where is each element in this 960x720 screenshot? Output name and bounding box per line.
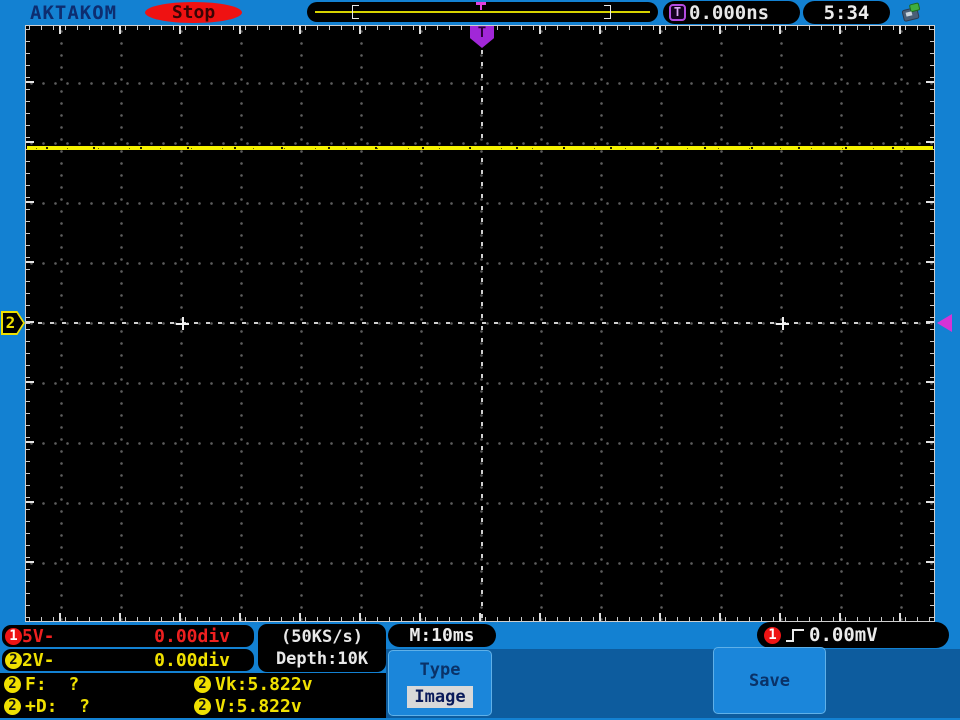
timebase-value: M:10ms (409, 625, 475, 646)
bottom-minor-ticks (26, 617, 934, 621)
trigger-source-badge: 1 (764, 626, 781, 644)
memory-depth: Depth:10K (275, 649, 369, 669)
left-minor-ticks (26, 26, 30, 621)
rising-edge-icon (786, 629, 804, 642)
ch1-info-row: 1 5V- 0.00div (2, 625, 254, 647)
meas-ch-badge: 2 (194, 675, 211, 693)
top-status-bar: AKTAKOM Stop T 0.000ns 5:34 (0, 0, 960, 25)
measurement-duty-text: +D: ? (25, 695, 91, 717)
sample-rate: (50KS/s) (281, 627, 363, 647)
measurement-vk: 2 Vk:5.822v (190, 674, 386, 695)
ch1-scale: 5V- (22, 625, 55, 647)
trigger-level-readout: 1 0.00mV (757, 622, 949, 648)
measurement-frequency: 2 F: ? (0, 674, 190, 695)
trigger-offset-readout: T 0.000ns (663, 1, 800, 24)
hpos-window-right-bracket (604, 5, 611, 19)
measurement-v-text: V:5.822v (215, 695, 302, 717)
meas-ch-badge: 2 (4, 675, 21, 693)
ch2-position: 0.00div (154, 649, 230, 671)
ch2-scale: 2V- (22, 649, 55, 671)
hpos-window-left-bracket (352, 5, 359, 19)
right-minor-ticks (930, 26, 934, 621)
ch2-level-marker-label: 2 (3, 313, 23, 333)
hpos-waveform-line (315, 11, 650, 13)
hpos-trigger-marker-icon (476, 2, 486, 10)
trigger-offset-value: 0.000ns (689, 1, 770, 24)
trigger-level-value: 0.00mV (809, 624, 878, 646)
menu-type-value: Image (407, 686, 473, 708)
usb-disk-icon (901, 2, 921, 22)
measurement-frequency-text: F: ? (25, 673, 80, 695)
brand-logo: AKTAKOM (30, 2, 118, 24)
trigger-level-arrow-icon[interactable] (937, 314, 952, 332)
menu-save-button[interactable]: Save (713, 647, 826, 714)
ch2-level-marker[interactable]: 2 (1, 311, 25, 335)
graticule: T (25, 25, 935, 622)
ch2-info-row: 2 2V- 0.00div (2, 649, 254, 671)
clock-readout: 5:34 (803, 1, 890, 24)
ch2-badge: 2 (5, 651, 22, 669)
ch1-position: 0.00div (154, 625, 230, 647)
measurement-vk-text: Vk:5.822v (215, 673, 313, 695)
measurements-box: 2 F: ? 2 Vk:5.822v 2 +D: ? 2 V:5.822v (0, 673, 386, 718)
menu-type-label: Type (419, 660, 461, 680)
center-horizontal-axis (26, 322, 934, 324)
right-expansion-cross-icon (776, 317, 789, 330)
menu-type-button[interactable]: Type Image (388, 650, 492, 716)
timebase-readout: M:10ms (388, 624, 496, 647)
menu-save-label: Save (749, 670, 790, 691)
ch1-badge: 1 (5, 627, 22, 645)
run-state-indicator: Stop (145, 2, 242, 23)
left-expansion-cross-icon (176, 317, 189, 330)
horizontal-position-bar[interactable] (307, 2, 658, 22)
clock-value: 5:34 (823, 1, 870, 24)
trigger-t-icon: T (669, 4, 686, 21)
meas-ch-badge: 2 (4, 697, 21, 715)
acquisition-info-box: (50KS/s) Depth:10K (258, 624, 386, 672)
oscilloscope-screen: AKTAKOM Stop T 0.000ns 5:34 T 2 1 5V- 0.… (0, 0, 960, 720)
measurement-v: 2 V:5.822v (190, 696, 386, 717)
meas-ch-badge: 2 (194, 697, 211, 715)
measurement-duty: 2 +D: ? (0, 696, 190, 717)
ch2-trace (27, 146, 933, 150)
run-state-label: Stop (171, 2, 216, 23)
